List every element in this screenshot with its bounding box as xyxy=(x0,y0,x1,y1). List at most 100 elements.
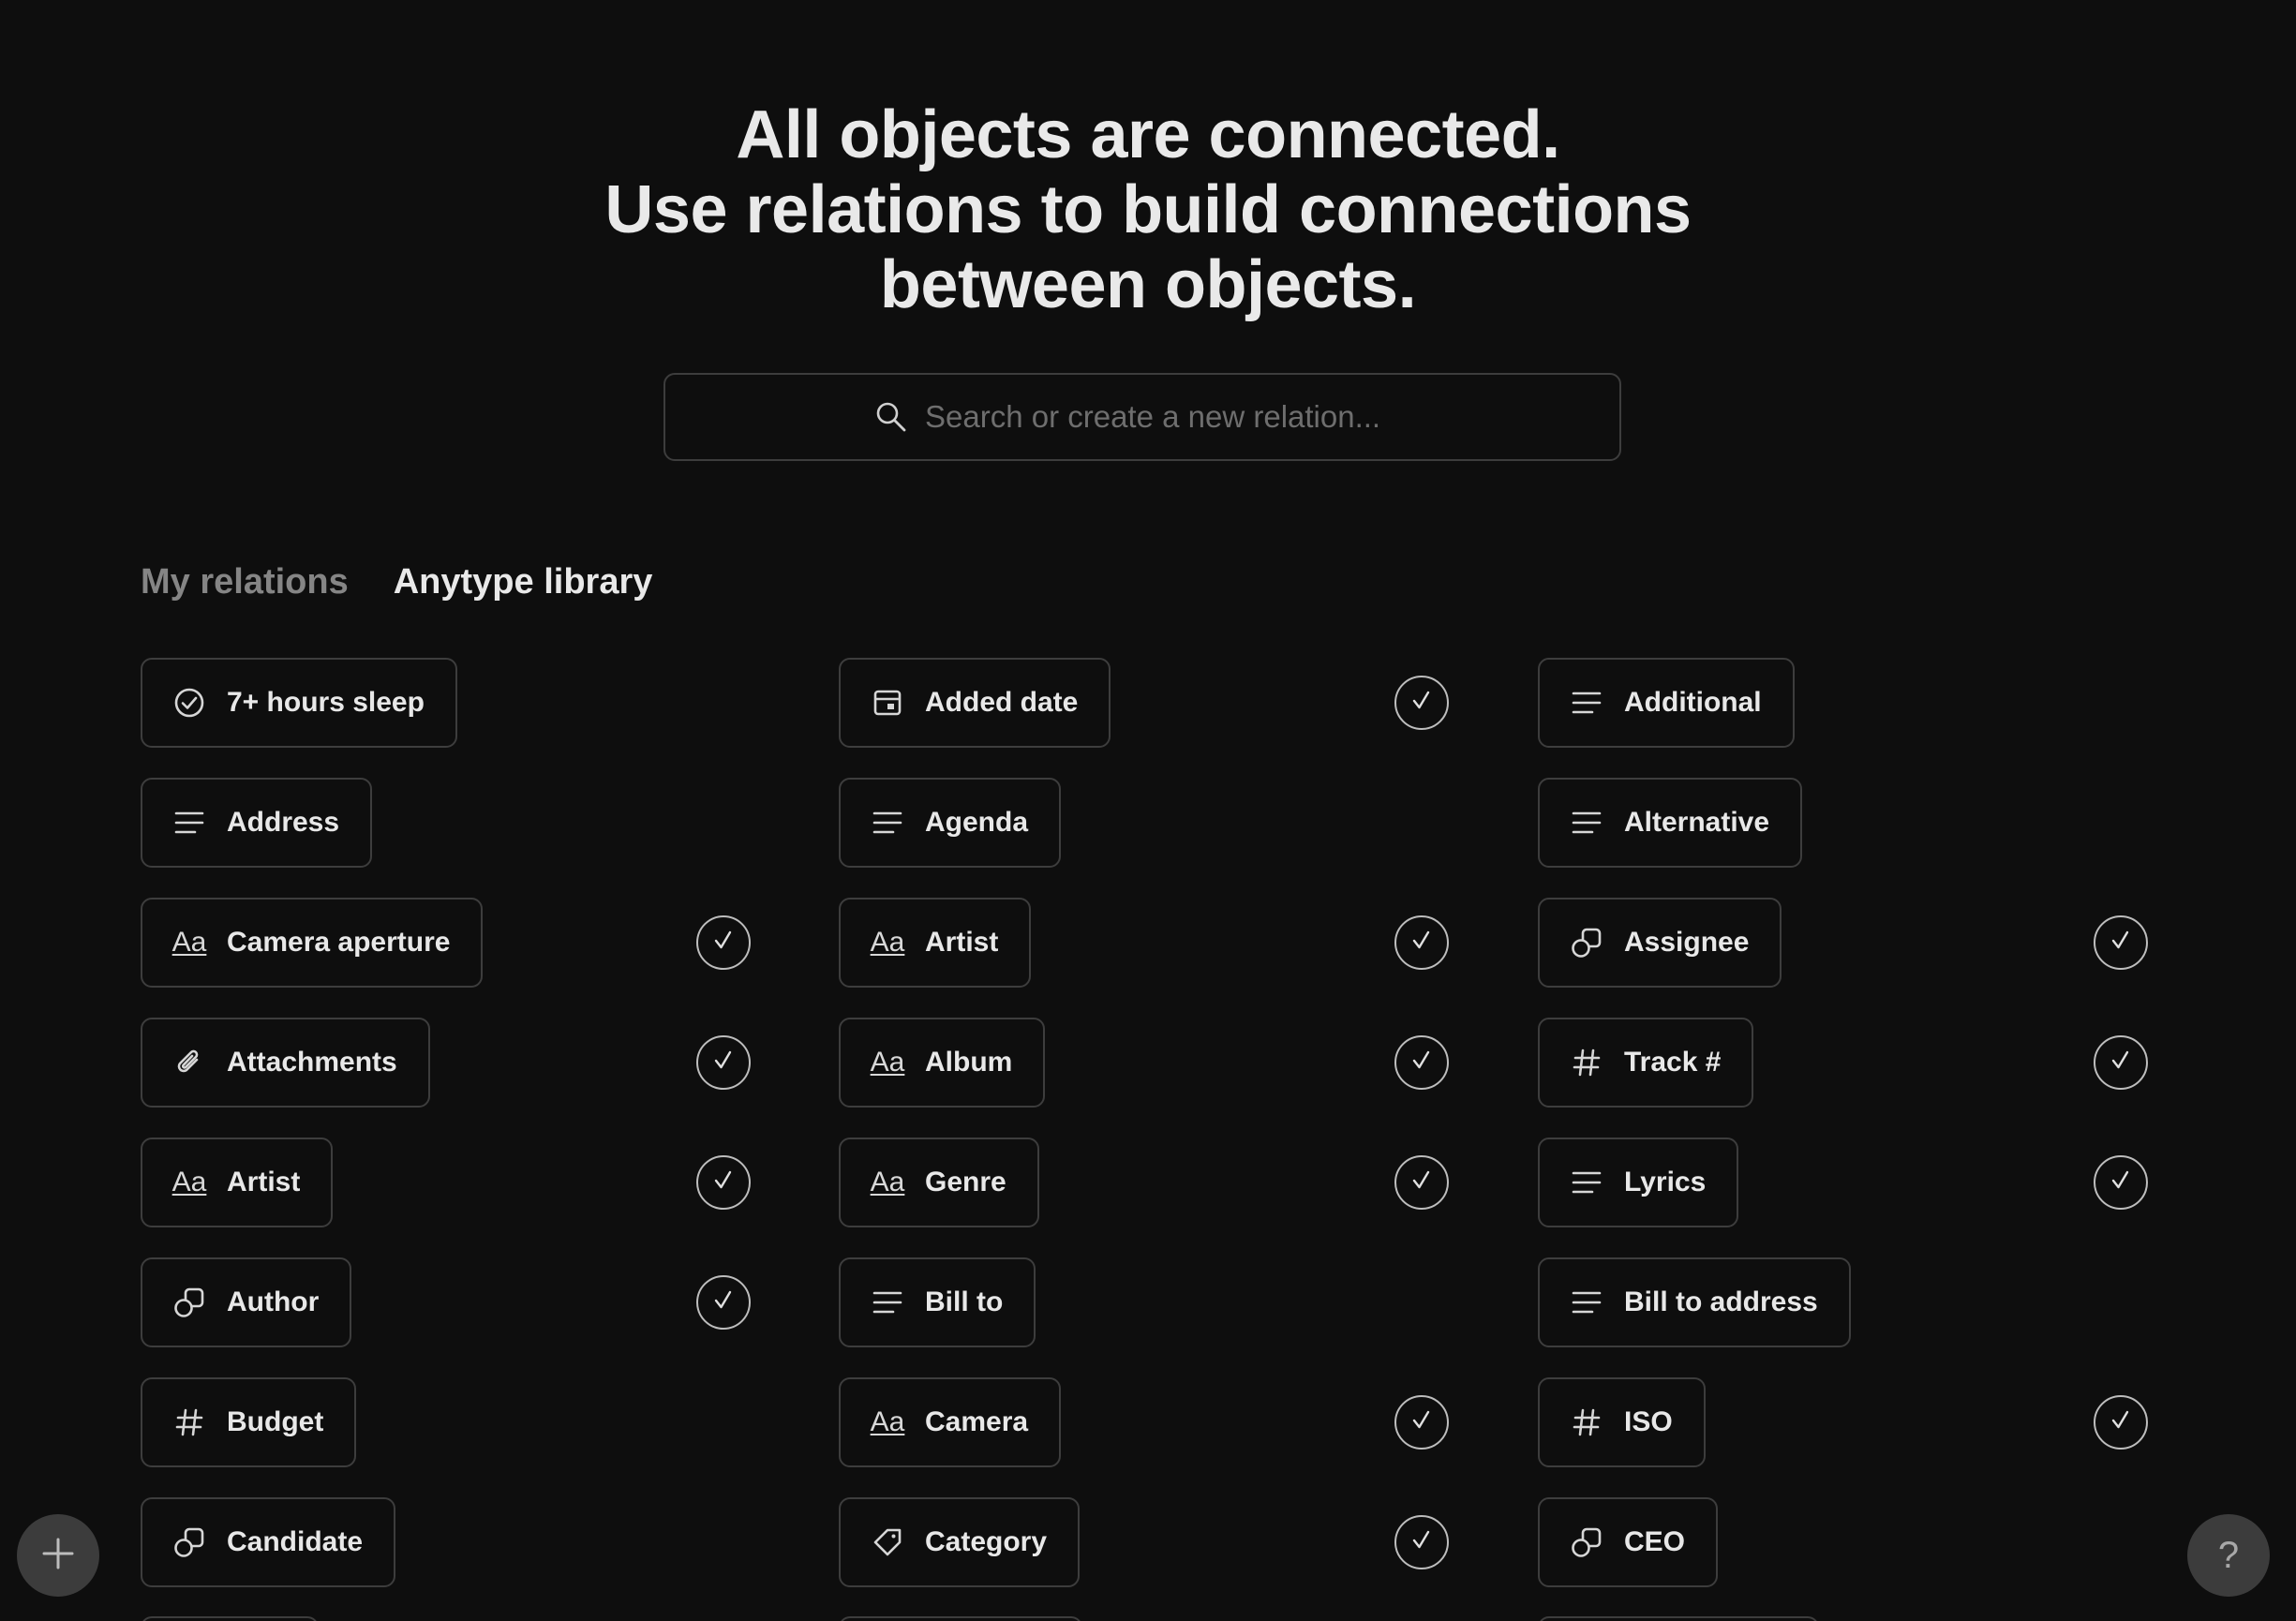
relation-label: ISO xyxy=(1624,1406,1673,1437)
object-icon xyxy=(1568,1524,1605,1561)
added-check-button[interactable] xyxy=(2094,1155,2148,1210)
relation-label: Lyrics xyxy=(1624,1167,1707,1197)
added-check-button[interactable] xyxy=(2094,915,2148,970)
checkbox-icon xyxy=(171,684,208,721)
text-aa-icon: Aa xyxy=(171,1167,207,1197)
checkmark-icon xyxy=(1408,687,1436,720)
relation-item-alternative[interactable]: Alternative xyxy=(1538,778,1803,868)
text-lines-icon xyxy=(171,804,208,841)
relation-item-candidate[interactable]: Candidate xyxy=(141,1497,396,1587)
relation-label: Artist xyxy=(925,927,999,958)
relation-item-partial[interactable] xyxy=(141,1616,319,1621)
search-input[interactable] xyxy=(925,399,1412,435)
relation-item-artist[interactable]: Aa Artist xyxy=(839,898,1032,988)
relation-item-address[interactable]: Address xyxy=(141,778,373,868)
page-heading: All objects are connected. Use relations… xyxy=(0,97,2296,322)
relation-label: Additional xyxy=(1624,687,1762,718)
relation-label: Track # xyxy=(1624,1047,1722,1078)
heading-line-1: All objects are connected. xyxy=(736,97,1560,172)
checkmark-icon xyxy=(2107,1047,2135,1079)
relation-label: Author xyxy=(227,1286,320,1317)
relation-item-camera[interactable]: Aa Camera xyxy=(839,1377,1062,1467)
added-check-button[interactable] xyxy=(1394,1515,1449,1569)
relation-item-author[interactable]: Author xyxy=(141,1257,352,1347)
relation-item-album[interactable]: Aa Album xyxy=(839,1018,1046,1108)
tag-icon xyxy=(869,1524,906,1561)
checkmark-icon xyxy=(1408,1047,1436,1079)
paperclip-icon xyxy=(171,1044,208,1081)
number-icon xyxy=(1568,1044,1605,1081)
help-button[interactable]: ? xyxy=(2187,1514,2270,1597)
add-button[interactable] xyxy=(17,1514,99,1597)
relation-label: Artist xyxy=(227,1167,301,1197)
relation-label: Bill to address xyxy=(1624,1286,1818,1317)
tab-anytype-library[interactable]: Anytype library xyxy=(394,562,653,602)
relation-label: Camera xyxy=(925,1406,1029,1437)
relation-label: Bill to xyxy=(925,1286,1004,1317)
checkmark-icon xyxy=(1408,927,1436,959)
relation-item-camera-aperture[interactable]: Aa Camera aperture xyxy=(141,898,484,988)
checkmark-icon xyxy=(1408,1526,1436,1559)
text-lines-icon xyxy=(869,804,906,841)
relation-item-track[interactable]: Track # xyxy=(1538,1018,1754,1108)
relation-item-assignee[interactable]: Assignee xyxy=(1538,898,1782,988)
text-lines-icon xyxy=(1568,1164,1605,1201)
text-aa-icon: Aa xyxy=(870,927,905,958)
relation-label: Agenda xyxy=(925,807,1029,838)
help-icon: ? xyxy=(2217,1534,2240,1576)
relation-label: CEO xyxy=(1624,1526,1686,1557)
relation-item-budget[interactable]: Budget xyxy=(141,1377,357,1467)
relation-item-bill-to-address[interactable]: Bill to address xyxy=(1538,1257,1851,1347)
added-check-button[interactable] xyxy=(1394,1035,1449,1090)
text-lines-icon xyxy=(1568,1284,1605,1321)
relation-item-agenda[interactable]: Agenda xyxy=(839,778,1062,868)
relation-item-additional[interactable]: Additional xyxy=(1538,658,1795,748)
text-aa-icon: Aa xyxy=(870,1047,905,1078)
text-lines-icon xyxy=(869,1284,906,1321)
relation-item-category[interactable]: Category xyxy=(839,1497,1081,1587)
added-check-button[interactable] xyxy=(696,1035,751,1090)
relation-item-7-hours-sleep[interactable]: 7+ hours sleep xyxy=(141,658,457,748)
added-check-button[interactable] xyxy=(1394,915,1449,970)
relation-item-partial[interactable] xyxy=(839,1616,1082,1621)
added-check-button[interactable] xyxy=(1394,1155,1449,1210)
added-check-button[interactable] xyxy=(1394,1395,1449,1450)
relation-item-iso[interactable]: ISO xyxy=(1538,1377,1706,1467)
tab-my-relations[interactable]: My relations xyxy=(141,562,349,602)
relation-item-artist[interactable]: Aa Artist xyxy=(141,1138,334,1227)
relation-item-attachments[interactable]: Attachments xyxy=(141,1018,430,1108)
text-aa-icon: Aa xyxy=(870,1167,905,1197)
relation-label: Attachments xyxy=(227,1047,397,1078)
relation-label: Address xyxy=(227,807,340,838)
relation-item-lyrics[interactable]: Lyrics xyxy=(1538,1138,1739,1227)
checkmark-icon xyxy=(2107,1167,2135,1199)
checkmark-icon xyxy=(709,1286,738,1319)
added-check-button[interactable] xyxy=(696,915,751,970)
calendar-icon xyxy=(869,684,906,721)
number-icon xyxy=(1568,1404,1605,1441)
tab-bar: My relations Anytype library xyxy=(141,562,652,602)
relation-item-bill-to[interactable]: Bill to xyxy=(839,1257,1036,1347)
text-lines-icon xyxy=(1568,684,1605,721)
added-check-button[interactable] xyxy=(2094,1395,2148,1450)
relation-item-added-date[interactable]: Added date xyxy=(839,658,1111,748)
checkmark-icon xyxy=(1408,1167,1436,1199)
added-check-button[interactable] xyxy=(2094,1035,2148,1090)
number-icon xyxy=(171,1404,208,1441)
relation-item-genre[interactable]: Aa Genre xyxy=(839,1138,1039,1227)
checkmark-icon xyxy=(709,1047,738,1079)
heading-line-2: Use relations to build connections xyxy=(604,172,1692,247)
relation-label: Genre xyxy=(925,1167,1006,1197)
added-check-button[interactable] xyxy=(696,1275,751,1330)
relation-item-partial[interactable] xyxy=(1538,1616,1819,1621)
relation-item-ceo[interactable]: CEO xyxy=(1538,1497,1719,1587)
text-aa-icon: Aa xyxy=(171,927,207,958)
checkmark-icon xyxy=(709,1167,738,1199)
search-box[interactable] xyxy=(663,373,1621,461)
checkmark-icon xyxy=(709,927,738,959)
relation-label: Camera aperture xyxy=(227,927,451,958)
added-check-button[interactable] xyxy=(696,1155,751,1210)
object-icon xyxy=(171,1524,208,1561)
added-check-button[interactable] xyxy=(1394,676,1449,730)
search-icon xyxy=(872,398,910,436)
